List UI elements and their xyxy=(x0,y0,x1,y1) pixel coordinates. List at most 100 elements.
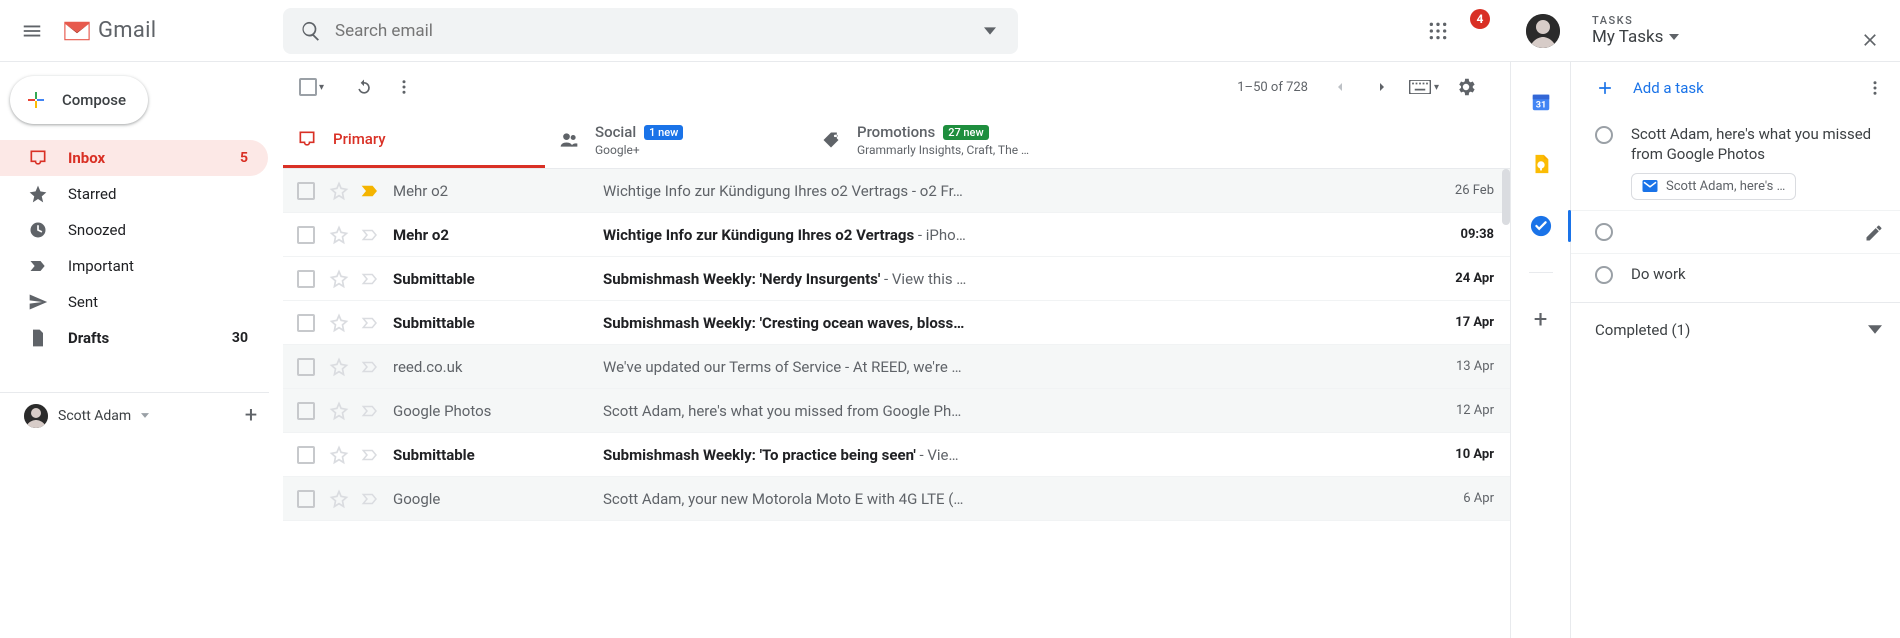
tasks-addon-button[interactable] xyxy=(1521,206,1561,246)
row-checkbox[interactable] xyxy=(297,490,315,508)
row-checkbox[interactable] xyxy=(297,314,315,332)
email-from: Mehr o2 xyxy=(393,226,603,244)
importance-marker[interactable] xyxy=(361,270,379,288)
email-subject: Submishmash Weekly: 'Cresting ocean wave… xyxy=(603,314,1410,332)
hangouts-avatar[interactable] xyxy=(24,404,48,428)
task-item[interactable]: Do work xyxy=(1571,254,1900,294)
email-row[interactable]: Mehr o2 Wichtige Info zur Kündigung Ihre… xyxy=(283,213,1510,257)
tasks-more-button[interactable] xyxy=(1866,79,1884,97)
gmail-logo[interactable]: Gmail xyxy=(62,18,156,43)
sidebar-item-snoozed[interactable]: Snoozed xyxy=(0,212,268,248)
search-options-button[interactable] xyxy=(970,11,1010,51)
sidebar-item-sent[interactable]: Sent xyxy=(0,284,268,320)
importance-marker[interactable] xyxy=(361,314,379,332)
email-from: Submittable xyxy=(393,270,603,288)
star-icon[interactable] xyxy=(329,269,349,289)
row-checkbox[interactable] xyxy=(297,226,315,244)
email-row[interactable]: Submittable Submishmash Weekly: 'Nerdy I… xyxy=(283,257,1510,301)
edit-task-button[interactable] xyxy=(1864,223,1884,243)
tab-promotions[interactable]: Promotions27 newGrammarly Insights, Craf… xyxy=(807,112,1069,168)
calendar-icon: 31 xyxy=(1530,91,1552,113)
star-icon[interactable] xyxy=(329,225,349,245)
tab-badge: 1 new xyxy=(644,125,683,140)
next-page-button[interactable] xyxy=(1362,67,1402,107)
sidebar-item-starred[interactable]: Starred xyxy=(0,176,268,212)
task-complete-toggle[interactable] xyxy=(1595,223,1613,241)
chevron-right-icon xyxy=(1374,79,1390,95)
pagination-info: 1–50 of 728 xyxy=(1237,80,1308,95)
sidebar-item-inbox[interactable]: Inbox 5 xyxy=(0,140,268,176)
select-all-checkbox[interactable]: ▾ xyxy=(299,78,324,96)
notifications-button[interactable]: 4 xyxy=(1472,11,1512,51)
notification-badge: 4 xyxy=(1470,9,1490,29)
email-row[interactable]: Mehr o2 Wichtige Info zur Kündigung Ihre… xyxy=(283,169,1510,213)
hamburger-icon xyxy=(21,20,43,42)
task-complete-toggle[interactable] xyxy=(1595,126,1613,144)
calendar-addon-button[interactable]: 31 xyxy=(1521,82,1561,122)
important-icon xyxy=(28,256,48,276)
scrollbar-thumb[interactable] xyxy=(1502,169,1510,225)
row-checkbox[interactable] xyxy=(297,270,315,288)
tab-social[interactable]: Social1 newGoogle+ xyxy=(545,112,807,168)
importance-marker[interactable] xyxy=(361,358,379,376)
task-email-chip[interactable]: Scott Adam, here's … xyxy=(1631,173,1796,201)
menu-button[interactable] xyxy=(8,7,56,55)
email-subject: Submishmash Weekly: 'To practice being s… xyxy=(603,446,1410,464)
sidebar-item-drafts[interactable]: Drafts 30 xyxy=(0,320,268,356)
compose-button[interactable]: Compose xyxy=(10,76,148,124)
email-row[interactable]: reed.co.uk We've updated our Terms of Se… xyxy=(283,345,1510,389)
email-date: 09:38 xyxy=(1410,227,1494,242)
refresh-button[interactable] xyxy=(344,67,384,107)
email-row[interactable]: Submittable Submishmash Weekly: 'Crestin… xyxy=(283,301,1510,345)
sidebar-item-label: Drafts xyxy=(68,329,109,347)
email-from: Google Photos xyxy=(393,402,603,420)
email-row[interactable]: Google Photos Scott Adam, here's what yo… xyxy=(283,389,1510,433)
row-checkbox[interactable] xyxy=(297,182,315,200)
task-item[interactable] xyxy=(1571,211,1900,254)
email-date: 10 Apr xyxy=(1410,447,1494,462)
row-checkbox[interactable] xyxy=(297,446,315,464)
settings-button[interactable] xyxy=(1446,67,1486,107)
importance-marker[interactable] xyxy=(361,402,379,420)
sidebar: Compose Inbox 5 Starred Snoozed Importan… xyxy=(0,62,283,638)
input-tools-button[interactable]: ▾ xyxy=(1404,67,1444,107)
add-task-button[interactable]: Add a task xyxy=(1571,62,1900,114)
email-subject: Wichtige Info zur Kündigung Ihres o2 Ver… xyxy=(603,226,1410,244)
tab-primary[interactable]: Primary xyxy=(283,112,545,168)
account-avatar[interactable] xyxy=(1526,14,1560,48)
get-addons-button[interactable]: + xyxy=(1521,299,1561,339)
importance-marker[interactable] xyxy=(361,446,379,464)
email-row[interactable]: Google Scott Adam, your new Motorola Mot… xyxy=(283,477,1510,521)
star-icon[interactable] xyxy=(329,445,349,465)
search-icon[interactable] xyxy=(291,11,331,51)
task-item[interactable]: Scott Adam, here's what you missed from … xyxy=(1571,114,1900,211)
sidebar-item-important[interactable]: Important xyxy=(0,248,268,284)
row-checkbox[interactable] xyxy=(297,402,315,420)
caret-down-icon xyxy=(141,413,149,418)
google-apps-button[interactable] xyxy=(1418,11,1458,51)
keep-addon-button[interactable] xyxy=(1521,144,1561,184)
prev-page-button[interactable] xyxy=(1320,67,1360,107)
search-input[interactable] xyxy=(331,21,970,41)
email-row[interactable]: Submittable Submishmash Weekly: 'To prac… xyxy=(283,433,1510,477)
search-bar[interactable] xyxy=(283,8,1018,54)
tab-subtitle: Grammarly Insights, Craft, The … xyxy=(857,143,1029,157)
importance-marker[interactable] xyxy=(361,226,379,244)
importance-marker[interactable] xyxy=(361,182,379,200)
tasks-close-button[interactable] xyxy=(1860,30,1880,50)
star-icon[interactable] xyxy=(329,489,349,509)
importance-marker[interactable] xyxy=(361,490,379,508)
hangouts-new-button[interactable]: + xyxy=(233,403,269,428)
tasks-list-picker[interactable]: My Tasks xyxy=(1592,27,1679,47)
star-icon[interactable] xyxy=(329,401,349,421)
completed-section[interactable]: Completed (1) xyxy=(1571,302,1900,356)
task-complete-toggle[interactable] xyxy=(1595,266,1613,284)
email-from: Submittable xyxy=(393,446,603,464)
star-icon[interactable] xyxy=(329,181,349,201)
star-icon[interactable] xyxy=(329,357,349,377)
star-icon[interactable] xyxy=(329,313,349,333)
more-button[interactable] xyxy=(384,67,424,107)
promotions-tab-icon xyxy=(821,130,841,150)
send-icon xyxy=(28,292,48,312)
row-checkbox[interactable] xyxy=(297,358,315,376)
